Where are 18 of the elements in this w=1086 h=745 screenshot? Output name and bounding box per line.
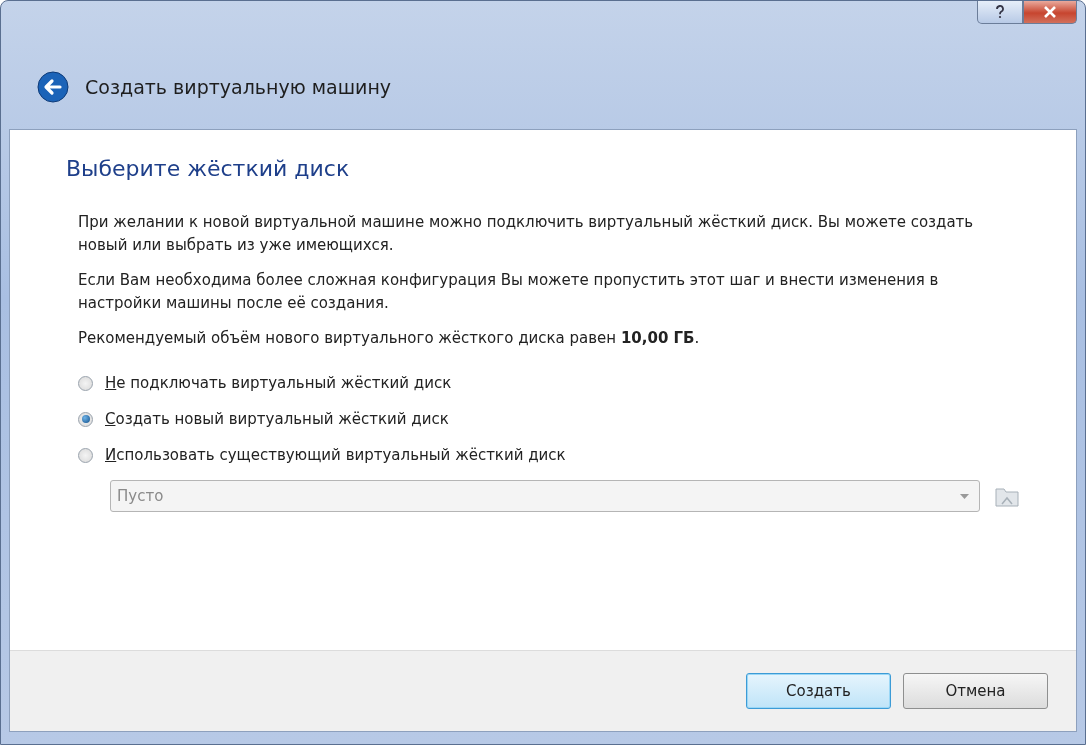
option-label[interactable]: Использовать существующий виртуальный жёсткий диск [105,446,566,464]
close-button[interactable] [1023,1,1077,24]
radio-button[interactable] [78,447,93,463]
description-text: При желании к новой виртуальной машине можно подключить виртуальный жёсткий диск. Вы можете создать новый или выбрать из уже имеющихся. [78,212,975,256]
close-icon [1044,6,1056,18]
page-heading: Выберите жёсткий диск [66,156,351,181]
help-button[interactable] [977,1,1023,24]
description-text: Если Вам необходима более сложная конфигурация Вы можете пропустить этот шаг и внести изменения в настройки машины после её создания. [78,270,940,314]
caret-icon [960,493,969,499]
dialog-button[interactable]: Создать [746,673,891,709]
option-label[interactable]: Не подключать виртуальный жёсткий диск [105,374,452,392]
dialog-button[interactable]: Отмена [903,673,1048,709]
radio-button[interactable] [78,411,93,427]
radio-button[interactable] [78,375,93,391]
help-icon [995,5,1005,19]
description-text: Рекомендуемый объём нового виртуального жёсткого диска равен 10,00 ГБ. [78,328,701,349]
window-title: Создать виртуальную машину [85,76,392,98]
option-label[interactable]: Создать новый виртуальный жёсткий диск [105,410,449,428]
